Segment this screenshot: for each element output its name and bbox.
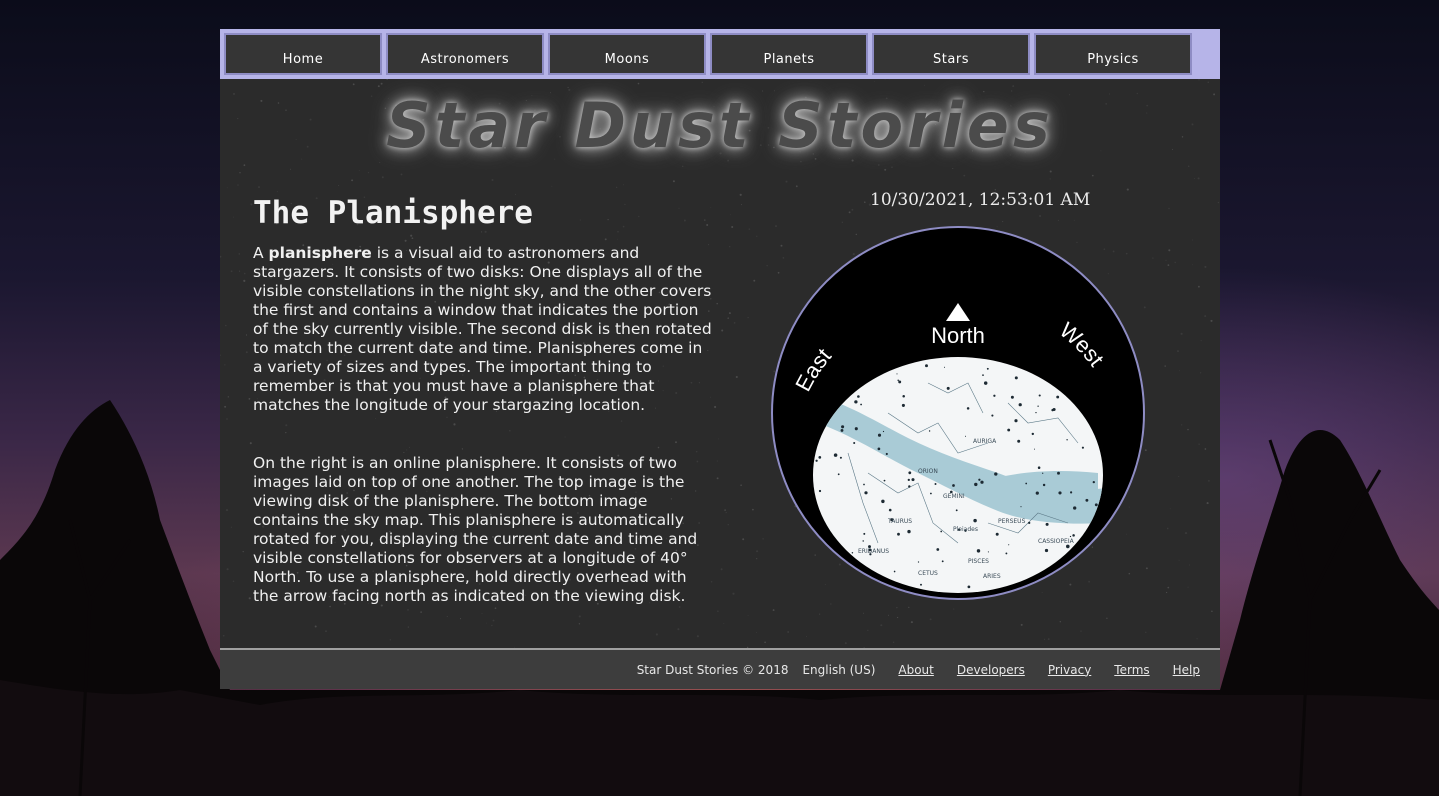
label-taurus: TAURUS	[887, 518, 912, 525]
footer-link-developers[interactable]: Developers	[957, 663, 1025, 677]
label-perseus: PERSEUS	[998, 518, 1026, 525]
label-gemini: GEMINI	[943, 493, 965, 500]
nav-planets[interactable]: Planets	[710, 33, 868, 75]
paragraph-body: is a visual aid to astronomers and starg…	[253, 244, 712, 414]
label-pleiades: Pleiades	[953, 526, 978, 533]
nav-physics[interactable]: Physics	[1034, 33, 1192, 75]
label-auriga: AURIGA	[973, 438, 997, 445]
site-container: Home Astronomers Moons Planets Stars Phy…	[220, 29, 1220, 689]
footer-link-privacy[interactable]: Privacy	[1048, 663, 1091, 677]
label-aries: ARIES	[983, 573, 1001, 580]
site-footer: Star Dust Stories © 2018 English (US) Ab…	[220, 648, 1220, 689]
nav-moons[interactable]: Moons	[548, 33, 706, 75]
page-title: The Planisphere	[253, 195, 533, 231]
label-cetus: CETUS	[918, 570, 938, 577]
paragraph-intro: A	[253, 244, 269, 262]
footer-link-help[interactable]: Help	[1173, 663, 1200, 677]
term-planisphere: planisphere	[268, 244, 372, 262]
north-label: North	[931, 323, 985, 348]
footer-link-about[interactable]: About	[898, 663, 933, 677]
current-datetime: 10/30/2021, 12:53:01 AM	[870, 190, 1091, 210]
planisphere-disk: AURIGA TAURUS ORION GEMINI PERSEUS CASSI…	[771, 226, 1145, 600]
article-paragraph-1: A planisphere is a visual aid to astrono…	[253, 244, 713, 415]
label-pisces: PISCES	[968, 558, 989, 565]
nav-home[interactable]: Home	[224, 33, 382, 75]
site-banner-title: Star Dust Stories	[386, 89, 1054, 162]
label-cassiopeia: CASSIOPEIA	[1038, 538, 1075, 545]
nav-stars[interactable]: Stars	[872, 33, 1030, 75]
label-orion: ORION	[918, 468, 938, 475]
nav-astronomers[interactable]: Astronomers	[386, 33, 544, 75]
copyright-text: Star Dust Stories © 2018	[636, 662, 789, 677]
main-nav: Home Astronomers Moons Planets Stars Phy…	[220, 29, 1220, 79]
article-paragraph-2: On the right is an online planisphere. I…	[253, 454, 698, 605]
language-text: English (US)	[802, 662, 876, 677]
label-eridanus: ERIDANUS	[858, 548, 889, 555]
footer-link-terms[interactable]: Terms	[1114, 663, 1149, 677]
